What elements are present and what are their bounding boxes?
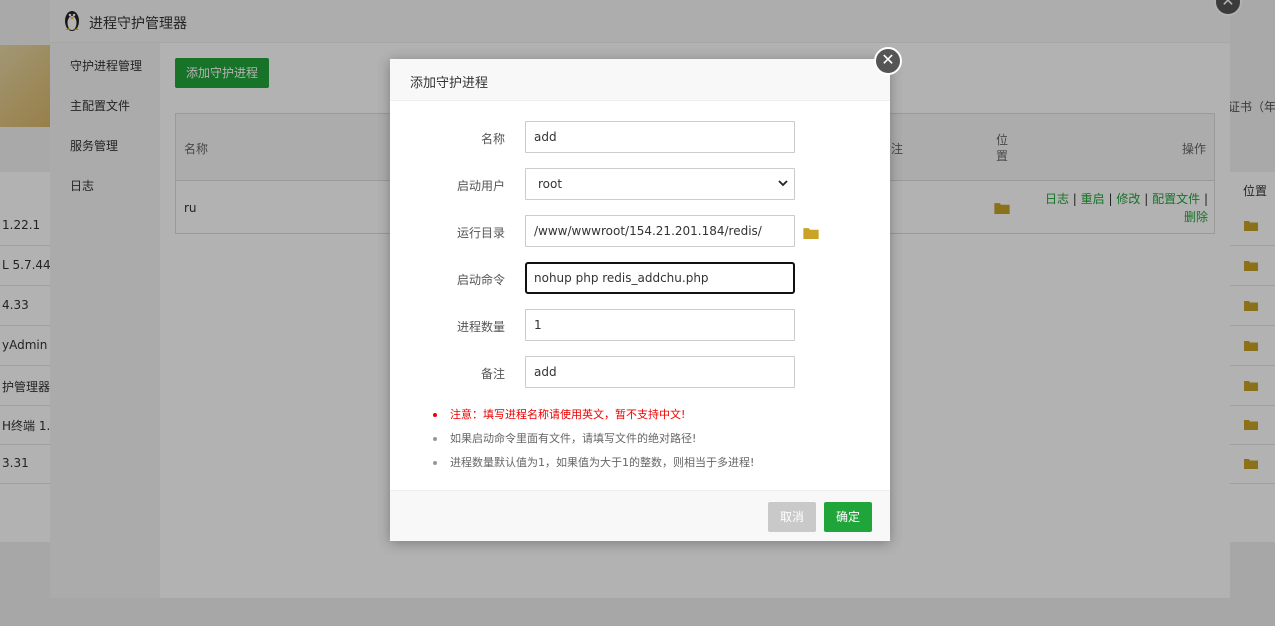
name-input[interactable]: add — [525, 121, 795, 153]
folder-icon[interactable] — [803, 227, 819, 239]
count-label: 进程数量 — [456, 320, 505, 334]
dir-label: 运行目录 — [456, 226, 505, 240]
add-daemon-dialog: 添加守护进程 ✕ 名称 add 启动用户 root 运行目录 /www/wwwr… — [390, 47, 902, 541]
dialog-title: 添加守护进程 — [410, 76, 489, 91]
user-select-value: root — [538, 177, 563, 191]
confirm-button[interactable]: 确定 — [824, 502, 872, 532]
close-icon[interactable]: ✕ — [874, 47, 902, 75]
dir-input[interactable]: /www/wwwroot/154.21.201.184/redis/ — [525, 215, 795, 247]
warning-note: 注意：填写进程名称请使用英文，暂不支持中文! — [433, 407, 873, 431]
cmd-input[interactable]: nohup php redis_addchu.php — [525, 262, 795, 294]
user-label: 启动用户 — [456, 179, 505, 193]
cmd-label: 启动命令 — [456, 273, 505, 287]
note-label: 备注 — [480, 367, 505, 381]
dialog-footer: 取消 确定 — [390, 490, 890, 541]
name-label: 名称 — [480, 132, 505, 146]
dialog-header: 添加守护进程 — [390, 59, 890, 101]
count-input[interactable]: 1 — [525, 309, 795, 341]
note-input[interactable]: add — [525, 356, 795, 388]
hint-note: 进程数量默认值为1，如果值为大于1的整数，则相当于多进程! — [433, 455, 873, 479]
hint-note: 如果启动命令里面有文件，请填写文件的绝对路径! — [433, 431, 873, 455]
notes-list: 注意：填写进程名称请使用英文，暂不支持中文! 如果启动命令里面有文件，请填写文件… — [433, 407, 873, 479]
cancel-button[interactable]: 取消 — [768, 502, 816, 532]
user-select[interactable]: root — [525, 168, 795, 200]
chevron-down-icon — [778, 180, 788, 187]
